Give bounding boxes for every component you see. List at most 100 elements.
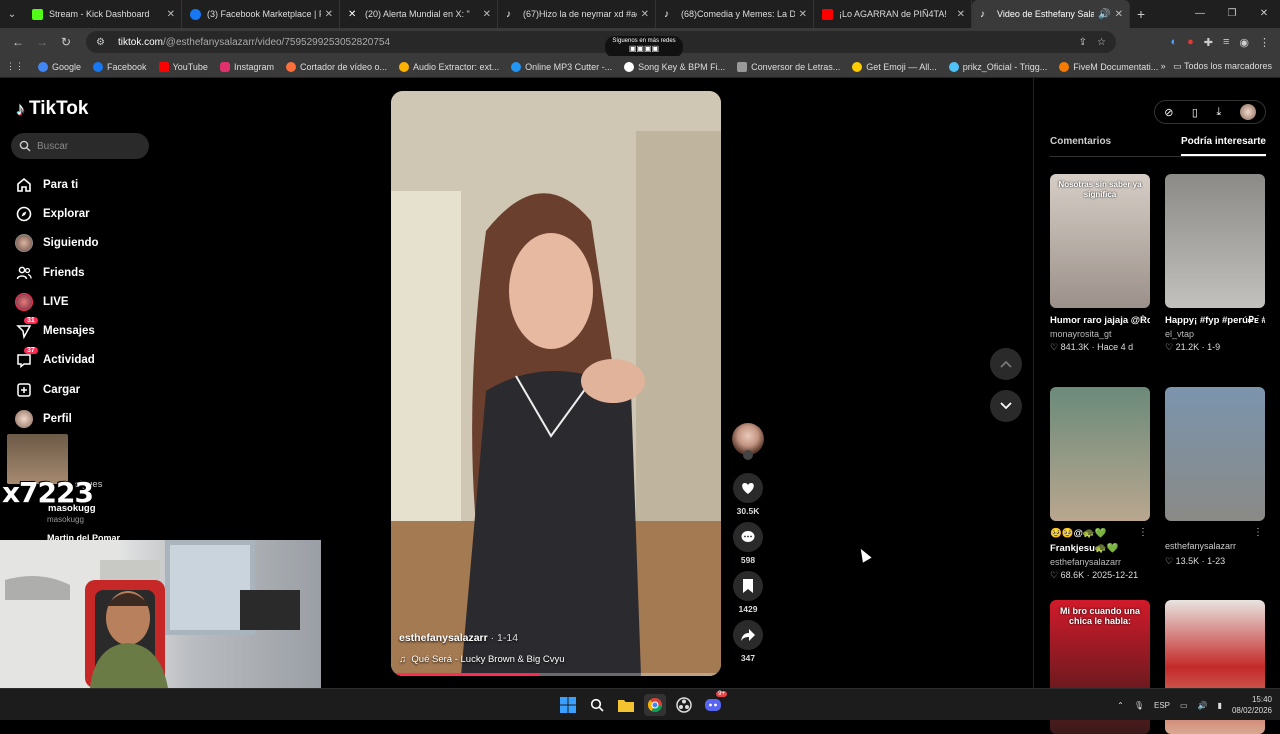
url-field[interactable]: ⚙ tiktok.com/@esthefanysalazarr/video/75… <box>86 31 1116 53</box>
volume-icon[interactable]: 🔊 <box>1198 701 1208 710</box>
menu-dots-icon[interactable]: ⋮ <box>1259 36 1270 49</box>
sidebar-item-cargar[interactable]: Cargar <box>14 375 99 404</box>
chevron-up-icon[interactable]: ⌃ <box>1117 701 1124 710</box>
suggested-video-card[interactable]: ⋮ Happy¡ #fyp #perú₽ᴇ #Perú... el_vtap ♡… <box>1165 174 1265 354</box>
like-button[interactable]: 30.5K <box>733 473 763 516</box>
bookmark-item[interactable]: Audio Extractor: ext... <box>399 61 499 72</box>
sidebar-item-explorar[interactable]: Explorar <box>14 199 99 228</box>
file-explorer-icon[interactable] <box>615 694 637 716</box>
bookmark-item[interactable]: prikz_Oficial - Trigg... <box>948 61 1047 72</box>
browser-tab[interactable]: Stream - Kick Dashboard ✕ <box>24 0 182 28</box>
close-icon[interactable]: ✕ <box>483 9 491 20</box>
search-icon[interactable] <box>586 694 608 716</box>
extension-icon[interactable]: ● <box>1187 36 1194 49</box>
maximize-icon[interactable]: ❐ <box>1216 0 1248 28</box>
all-bookmarks-folder[interactable]: » ▭ Todos los marcadores <box>1161 61 1272 72</box>
bookmark-item[interactable]: Song Key & BPM Fi... <box>624 61 725 72</box>
bookmark-item[interactable]: FiveM Documentati... <box>1059 61 1158 72</box>
puzzle-icon[interactable]: ✚ <box>1204 36 1213 49</box>
discord-icon[interactable]: 9+ <box>702 691 727 716</box>
close-window-icon[interactable]: ✕ <box>1248 0 1280 28</box>
apps-icon[interactable]: ⋮⋮ <box>6 61 24 72</box>
more-options-icon[interactable]: ⋮ <box>1138 314 1148 325</box>
bookmark-star-icon[interactable]: ☆ <box>1097 37 1106 48</box>
bookmark-item[interactable]: Cortador de vídeo o... <box>285 61 387 72</box>
microphone-icon[interactable]: 🎙 <box>1134 701 1144 710</box>
user-avatar[interactable] <box>1239 104 1256 120</box>
close-icon[interactable]: ✕ <box>641 9 649 20</box>
close-icon[interactable]: ✕ <box>1115 9 1123 20</box>
more-options-icon[interactable]: ⋮ <box>1253 314 1263 325</box>
close-icon[interactable]: ✕ <box>167 9 175 20</box>
forward-icon[interactable]: → <box>30 35 54 49</box>
bookmark-item[interactable]: Instagram <box>219 61 274 72</box>
tab-podria-interesarte[interactable]: Podría interesarte <box>1180 136 1266 156</box>
suggested-video-card[interactable]: ⋮ esthefanysalazarr ♡ 13.5K · 1-23 <box>1165 387 1265 568</box>
author-avatar[interactable] <box>732 423 764 460</box>
speaker-icon[interactable]: 🔊 <box>1098 9 1110 20</box>
extension-icon[interactable]: ◐ <box>1170 36 1177 49</box>
sidebar-item-friends[interactable]: Friends <box>14 258 99 287</box>
next-video-button[interactable] <box>990 390 1022 422</box>
clock-time: 15:40 <box>1251 695 1272 704</box>
compass-icon[interactable]: ⊘ <box>1164 106 1173 119</box>
bookmark-item[interactable]: Google <box>38 61 81 72</box>
network-icon[interactable]: ▭ <box>1180 701 1188 710</box>
new-tab-button[interactable]: + <box>1130 6 1152 22</box>
comment-button[interactable]: 598 <box>733 522 763 565</box>
save-count: 1429 <box>738 604 758 614</box>
reload-icon[interactable]: ↻ <box>54 35 78 49</box>
bookmark-item[interactable]: Online MP3 Cutter -... <box>511 61 612 72</box>
previous-video-button[interactable] <box>990 348 1022 380</box>
browser-tab[interactable]: ¡Lo AGARRAN de PIÑ4TA! ✕ <box>814 0 972 28</box>
site-info-icon[interactable]: ⚙ <box>96 37 110 48</box>
share-button[interactable]: 347 <box>733 620 763 663</box>
video-author[interactable]: esthefanysalazarr · 1-14 <box>399 632 518 644</box>
clock[interactable]: 15:40 08/02/2026 <box>1232 694 1272 716</box>
tab-search-icon[interactable]: ⌄ <box>0 0 24 28</box>
more-options-icon[interactable]: ⋮ <box>1253 527 1263 538</box>
sidebar-item-live[interactable]: LIVE <box>14 287 99 316</box>
more-options-icon[interactable]: ⋮ <box>1138 527 1148 538</box>
tab-comentarios[interactable]: Comentarios <box>1050 136 1111 156</box>
sidebar-item-mensajes[interactable]: 31 Mensajes <box>14 316 99 345</box>
battery-icon[interactable]: ▮ <box>1218 701 1222 710</box>
browser-tab[interactable]: ♪ (67)Hizo la de neymar xd #acu ✕ <box>498 0 656 28</box>
video-player[interactable]: esthefanysalazarr · 1-14 ♫ Qué Será - Lu… <box>391 91 721 676</box>
download-icon[interactable]: ⤓ <box>1216 106 1221 119</box>
browser-tab[interactable]: ✕ (20) Alerta Mundial en X: " ✕ <box>340 0 498 28</box>
search-input[interactable]: Buscar <box>11 133 149 159</box>
browser-tab[interactable]: ♪ (68)Comedia y Memes: La Dive ✕ <box>656 0 814 28</box>
close-icon[interactable]: ✕ <box>325 9 333 20</box>
save-button[interactable]: 1429 <box>733 571 763 614</box>
chrome-icon[interactable] <box>644 694 666 716</box>
suggested-video-card[interactable]: ⋮ 🥹🥹@🐢💚 Frankjesu🐢💚 esthefanysalazarr ♡ … <box>1050 387 1150 582</box>
install-icon[interactable]: ⇪ <box>1079 37 1087 48</box>
back-icon[interactable]: ← <box>6 35 30 49</box>
sidebar-item-para-ti[interactable]: Para ti <box>14 170 99 199</box>
close-icon[interactable]: ✕ <box>957 9 965 20</box>
sidebar-item-perfil[interactable]: Perfil <box>14 404 99 433</box>
tiktok-logo[interactable]: ♪ TikTok <box>16 98 88 120</box>
video-progress-bar[interactable] <box>391 673 721 676</box>
bookmark-item[interactable]: Get Emoji — All... <box>852 61 937 72</box>
language-indicator[interactable]: ESP <box>1154 701 1170 710</box>
sidebar-item-siguiendo[interactable]: Siguiendo <box>14 229 99 258</box>
profile-avatar-icon[interactable]: ◉ <box>1239 36 1249 49</box>
close-icon[interactable]: ✕ <box>799 9 807 20</box>
browser-tab[interactable]: (3) Facebook Marketplace | Fac ✕ <box>182 0 340 28</box>
bookmark-item[interactable]: Conversor de Letras... <box>737 61 840 72</box>
browser-tab-active[interactable]: ♪ Video de Esthefany Sala 🔊 ✕ <box>972 0 1130 28</box>
url-host: tiktok.com <box>118 36 164 48</box>
comment-icon <box>741 531 755 542</box>
sidebar-item-actividad[interactable]: 37 Actividad <box>14 346 99 375</box>
minimize-icon[interactable]: — <box>1184 0 1216 28</box>
bookmark-item[interactable]: Facebook <box>93 61 147 72</box>
video-music[interactable]: ♫ Qué Será - Lucky Brown & Big Cvyu <box>399 654 565 665</box>
obs-icon[interactable] <box>673 694 695 716</box>
device-icon[interactable]: ▯ <box>1192 106 1198 119</box>
suggested-video-card[interactable]: Nosotras sin saber ya significa ⋮ Humor … <box>1050 174 1150 354</box>
reading-list-icon[interactable]: ≡ <box>1223 36 1229 49</box>
bookmark-item[interactable]: YouTube <box>158 61 208 72</box>
windows-start-icon[interactable] <box>557 694 579 716</box>
